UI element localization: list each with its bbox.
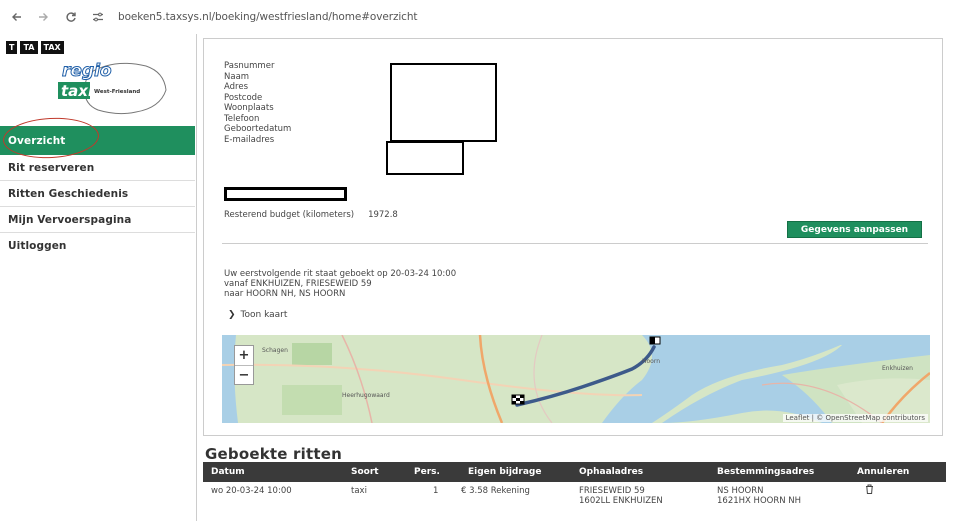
svg-text:taxi: taxi	[61, 82, 94, 100]
cell-bestemming-line2: 1621HX HOORN NH	[717, 496, 802, 506]
booked-rides-table: Datum Soort Pers. Eigen bijdrage Ophaala…	[203, 462, 946, 508]
sidebar: T TA TAX regio taxi West-Friesland Overz…	[0, 34, 195, 521]
svg-text:West-Friesland: West-Friesland	[94, 89, 140, 95]
field-label-telefoon: Telefoon	[224, 113, 260, 124]
edit-details-button[interactable]: Gegevens aanpassen	[787, 221, 922, 238]
tax-logo: T TA TAX	[6, 41, 64, 54]
cell-soort: taxi	[351, 486, 367, 496]
svg-text:regio: regio	[62, 61, 112, 81]
cell-eigen-bijdrage: € 3.58 Rekening	[461, 486, 530, 496]
budget-label: Resterend budget (kilometers)	[224, 210, 355, 220]
table-header: Datum Soort Pers. Eigen bijdrage Ophaala…	[203, 462, 946, 482]
cell-ophaaladres-line1: FRIESEWEID 59	[579, 486, 645, 496]
field-label-pasnummer: Pasnummer	[224, 61, 275, 71]
field-label-adres: Adres	[224, 82, 249, 92]
zoom-in-button[interactable]: +	[235, 346, 253, 365]
svg-text:Schagen: Schagen	[262, 347, 288, 354]
next-ride-from: vanaf ENKHUIZEN, FRIESEWEID 59	[224, 279, 372, 289]
show-map-toggle[interactable]: ❯ Toon kaart	[228, 310, 287, 320]
remaining-budget: Resterend budget (kilometers) 1972.8	[224, 210, 398, 220]
sidebar-divider	[196, 34, 197, 521]
cell-bestemmingsadres: NS HOORN 1621HX HOORN NH	[717, 486, 801, 506]
regiotaxi-logo[interactable]: regio taxi West-Friesland	[58, 52, 170, 122]
chevron-right-icon: ❯	[228, 310, 236, 320]
cell-ophaaladres: FRIESEWEID 59 1602LL ENKHUIZEN	[579, 486, 663, 506]
zoom-out-button[interactable]: −	[235, 365, 253, 384]
map-attribution[interactable]: Leaflet | © OpenStreetMap contributors	[782, 414, 928, 422]
route-map[interactable]: Schagen Heerhugowaard Hoorn Enkhuizen + …	[222, 335, 930, 423]
next-ride-line: Uw eerstvolgende rit staat geboekt op 20…	[224, 269, 457, 279]
overview-panel: Pasnummer Naam Adres Postcode Woonplaats…	[203, 38, 943, 436]
site-info-icon[interactable]	[90, 9, 106, 25]
forward-icon[interactable]	[32, 6, 54, 28]
section-divider	[222, 243, 928, 244]
table-row: wo 20-03-24 10:00 taxi 1 € 3.58 Rekening…	[203, 482, 946, 508]
cell-ophaaladres-line2: 1602LL ENKHUIZEN	[579, 496, 663, 506]
sidebar-item-mijn-vervoerspagina[interactable]: Mijn Vervoerspagina	[0, 207, 195, 233]
back-icon[interactable]	[6, 6, 28, 28]
sidebar-item-overzicht[interactable]: Overzicht	[0, 126, 195, 155]
column-header-annuleren: Annuleren	[857, 467, 910, 477]
column-header-pers: Pers.	[414, 467, 440, 477]
redaction-box	[390, 63, 497, 142]
field-label-naam: Naam	[224, 71, 250, 82]
cell-bestemming-line1: NS HOORN	[717, 486, 764, 496]
cell-datum: wo 20-03-24 10:00	[211, 486, 292, 496]
sidebar-item-uitloggen[interactable]: Uitloggen	[0, 233, 195, 259]
map-tiles: Schagen Heerhugowaard Hoorn Enkhuizen	[222, 335, 930, 423]
column-header-ophaaladres: Ophaaladres	[579, 467, 644, 477]
budget-value: 1972.8	[368, 210, 398, 220]
trash-icon[interactable]	[865, 484, 874, 497]
field-label-woonplaats: Woonplaats	[224, 103, 274, 113]
reload-icon[interactable]	[60, 6, 82, 28]
field-label-email: E-mailadres	[224, 134, 275, 145]
browser-toolbar: boeken5.taxsys.nl/boeking/westfriesland/…	[0, 0, 968, 34]
column-header-eigen-bijdrage: Eigen bijdrage	[468, 467, 542, 477]
column-header-bestemmingsadres: Bestemmingsadres	[717, 467, 815, 477]
svg-text:Hoorn: Hoorn	[642, 358, 660, 365]
profile-details: Pasnummer Naam Adres Postcode Woonplaats…	[224, 61, 291, 145]
column-header-soort: Soort	[351, 467, 379, 477]
svg-text:Enkhuizen: Enkhuizen	[882, 365, 913, 372]
redaction-bar-inner	[227, 190, 344, 198]
next-ride-info: Uw eerstvolgende rit staat geboekt op 20…	[224, 269, 456, 299]
sidebar-item-rit-reserveren[interactable]: Rit reserveren	[0, 155, 195, 181]
sidebar-item-ritten-geschiedenis[interactable]: Ritten Geschiedenis	[0, 181, 195, 207]
next-ride-to: naar HOORN NH, NS HOORN	[224, 289, 346, 299]
show-map-label: Toon kaart	[240, 310, 288, 320]
sidebar-menu: Overzicht Rit reserveren Ritten Geschied…	[0, 126, 195, 259]
cell-pers: 1	[433, 486, 439, 496]
svg-text:Heerhugowaard: Heerhugowaard	[342, 392, 390, 399]
field-label-postcode: Postcode	[224, 92, 263, 103]
address-bar[interactable]: boeken5.taxsys.nl/boeking/westfriesland/…	[118, 11, 418, 23]
column-header-datum: Datum	[211, 467, 245, 477]
field-label-geboortedatum: Geboortedatum	[224, 124, 292, 134]
booked-rides-title: Geboekte ritten	[205, 445, 342, 463]
redaction-box	[386, 141, 464, 175]
map-zoom-control: + −	[234, 345, 254, 385]
